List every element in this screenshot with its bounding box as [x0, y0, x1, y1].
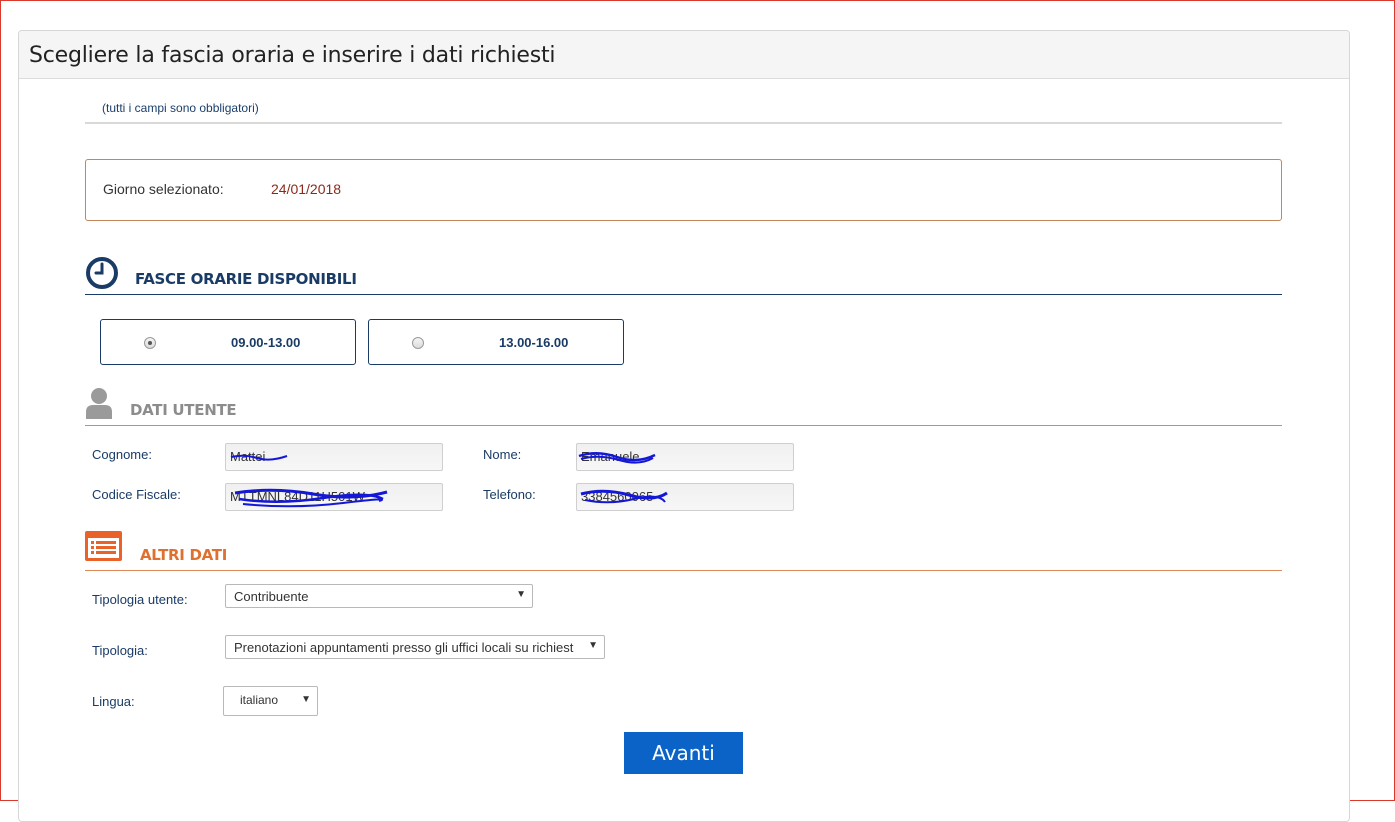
time-slots-divider — [85, 294, 1282, 295]
tipologia-label: Tipologia: — [92, 643, 148, 658]
time-slot-radio-2[interactable] — [412, 337, 424, 349]
time-slots-title: FASCE ORARIE DISPONIBILI — [135, 270, 357, 288]
tipologia-utente-select[interactable]: Contribuente ▼ — [225, 584, 533, 608]
chevron-down-icon: ▼ — [588, 640, 598, 651]
next-button[interactable]: Avanti — [624, 732, 743, 774]
user-data-divider — [85, 425, 1282, 426]
tipologia-select[interactable]: Prenotazioni appuntamenti presso gli uff… — [225, 635, 605, 659]
tipologia-utente-label: Tipologia utente: — [92, 592, 188, 607]
page-title: Scegliere la fascia oraria e inserire i … — [29, 43, 556, 68]
selected-day-label: Giorno selezionato: — [103, 181, 224, 197]
codice-fiscale-label: Codice Fiscale: — [92, 487, 181, 502]
divider — [85, 122, 1282, 124]
selected-day-value: 24/01/2018 — [271, 181, 342, 197]
time-slot-label-2: 13.00-16.00 — [499, 335, 569, 350]
cognome-label: Cognome: — [92, 447, 152, 462]
booking-panel: Scegliere la fascia oraria e inserire i … — [18, 30, 1350, 822]
user-icon — [86, 388, 112, 419]
lingua-select[interactable]: italiano ▼ — [223, 686, 318, 716]
required-fields-note: (tutti i campi sono obbligatori) — [102, 101, 259, 115]
cognome-input[interactable]: Mattei — [225, 443, 443, 471]
tipologia-utente-value: Contribuente — [234, 589, 309, 604]
clock-icon — [86, 257, 118, 289]
chevron-down-icon: ▼ — [516, 589, 526, 600]
list-icon — [85, 531, 122, 561]
user-data-title: DATI UTENTE — [130, 401, 237, 419]
chevron-down-icon: ▼ — [301, 694, 311, 705]
codice-fiscale-input[interactable]: MTTMNL84D11H501W — [225, 483, 443, 511]
nome-input[interactable]: Emanuele — [576, 443, 794, 471]
time-slot-option-1[interactable]: 09.00-13.00 — [100, 319, 356, 365]
tipologia-value: Prenotazioni appuntamenti presso gli uff… — [234, 640, 574, 655]
selected-day-box: Giorno selezionato: 24/01/2018 — [85, 159, 1282, 221]
lingua-value: italiano — [240, 693, 279, 707]
lingua-label: Lingua: — [92, 694, 135, 709]
telefono-label: Telefono: — [483, 487, 536, 502]
time-slot-label-1: 09.00-13.00 — [231, 335, 301, 350]
other-data-divider — [85, 570, 1282, 571]
page-frame: Scegliere la fascia oraria e inserire i … — [0, 0, 1395, 822]
nome-label: Nome: — [483, 447, 522, 462]
panel-header: Scegliere la fascia oraria e inserire i … — [19, 31, 1349, 79]
time-slot-option-2[interactable]: 13.00-16.00 — [368, 319, 624, 365]
other-data-title: ALTRI DATI — [140, 546, 227, 564]
time-slot-radio-1[interactable] — [144, 337, 156, 349]
telefono-input[interactable]: 3384560065 — [576, 483, 794, 511]
